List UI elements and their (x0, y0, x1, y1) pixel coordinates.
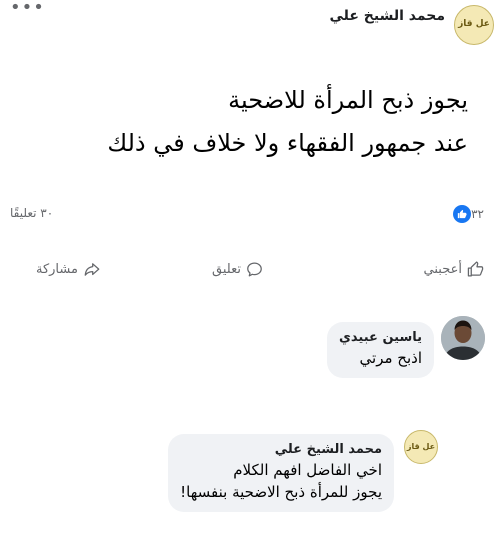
comment-text: اذبح مرتي (359, 349, 422, 367)
comment-author-name[interactable]: ياسين عبيدي (339, 330, 422, 345)
comment-bubble: محمد الشيخ علي اخي الفاضل افهم الكلام يج… (168, 434, 394, 512)
comment-author-name[interactable]: محمد الشيخ علي (180, 442, 382, 457)
comment-text: يجوز للمرأة ذبح الاضحية بنفسها! (180, 482, 382, 501)
like-button[interactable]: أعجبني (424, 261, 484, 278)
post-text-line-1: يجوز ذبح المرأة للاضحية (228, 86, 468, 114)
avatar-logo-text: عل قاز (406, 441, 436, 451)
person-photo-icon (441, 316, 485, 360)
like-label: أعجبني (423, 262, 462, 277)
like-reaction-icon (453, 205, 472, 223)
commenter-avatar[interactable] (441, 316, 485, 360)
reactions-count: ٣٢ (471, 207, 484, 221)
comment-icon (247, 262, 262, 277)
share-icon (84, 263, 100, 276)
post-text-line-2: عند جمهور الفقهاء ولا خلاف في ذلك (107, 129, 468, 157)
commenter-avatar[interactable]: عل قاز (404, 430, 438, 464)
comment-bubble: ياسين عبيدي اذبح مرتي (327, 322, 434, 378)
share-label: مشاركة (36, 262, 78, 277)
comment-text: اخي الفاضل افهم الكلام (233, 461, 382, 479)
reactions-summary[interactable]: ٣٢ (449, 205, 484, 223)
avatar-logo-text: عل قاز (458, 19, 490, 30)
author-avatar[interactable]: عل قاز (454, 5, 494, 45)
post-author-name[interactable]: محمد الشيخ علي (329, 8, 445, 24)
comment-button[interactable]: تعليق (212, 261, 263, 278)
comment-label: تعليق (212, 262, 241, 277)
comments-count[interactable]: ٣٠ تعليقًا (10, 206, 53, 220)
thumbs-up-icon (467, 261, 484, 277)
more-options-icon[interactable]: ••• (10, 0, 45, 17)
share-button[interactable]: مشاركة (36, 261, 101, 278)
